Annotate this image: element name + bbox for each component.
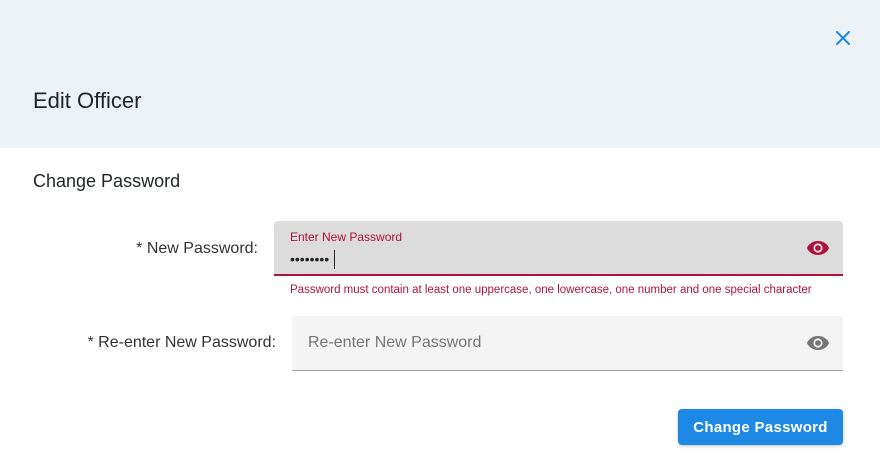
- new-password-floating-label: Enter New Password: [290, 230, 403, 244]
- toggle-new-password-visibility[interactable]: [805, 238, 831, 258]
- section-title: Change Password: [33, 171, 181, 191]
- eye-icon: [807, 336, 829, 350]
- close-button[interactable]: [830, 25, 856, 51]
- dialog-header: Edit Officer: [0, 0, 880, 148]
- close-icon: [836, 31, 850, 45]
- reenter-password-field: [292, 316, 843, 371]
- new-password-label: * New Password:: [136, 240, 258, 257]
- password-error-message: Password must contain at least one upper…: [290, 284, 812, 296]
- text-caret: [334, 250, 335, 269]
- toggle-reenter-password-visibility[interactable]: [805, 333, 831, 353]
- eye-icon: [807, 240, 829, 255]
- new-password-field[interactable]: Enter New Password ••••••••: [274, 221, 843, 276]
- reenter-password-label: * Re-enter New Password:: [87, 334, 276, 351]
- new-password-value: ••••••••: [290, 251, 330, 267]
- reenter-password-input[interactable]: [292, 316, 843, 370]
- change-password-button[interactable]: Change Password: [678, 409, 843, 445]
- edit-officer-dialog: Edit Officer Change Password * New Passw…: [0, 0, 880, 453]
- dialog-title: Edit Officer: [33, 88, 142, 113]
